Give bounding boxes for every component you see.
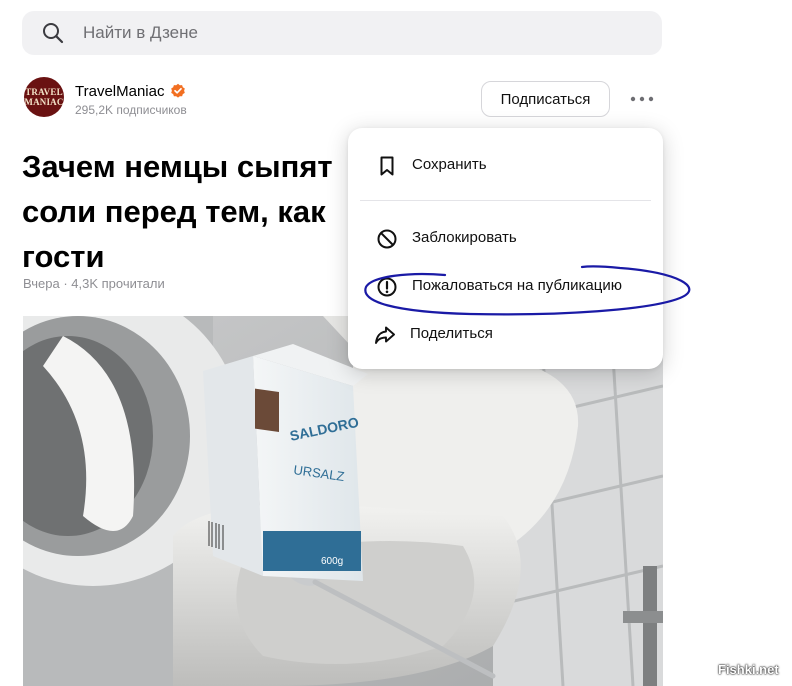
salt-weight: 600g [321, 556, 343, 567]
avatar-text-line-2: MANIAC [24, 97, 64, 107]
article-photo-illustration: SALDORO URSALZ 600g [23, 316, 663, 686]
menu-item-label: Поделиться [410, 325, 493, 342]
menu-item-save[interactable]: Сохранить [348, 146, 663, 186]
menu-item-report[interactable]: Пожаловаться на публикацию [348, 267, 663, 307]
avatar-text-line-1: TRAVEL [25, 87, 63, 97]
verified-icon [171, 83, 185, 98]
search-input[interactable]: Найти в Дзене [83, 23, 198, 43]
article-image: SALDORO URSALZ 600g [23, 316, 663, 686]
avatar[interactable]: TRAVEL MANIAC [24, 77, 64, 117]
menu-item-block[interactable]: Заблокировать [348, 219, 663, 259]
channel-name[interactable]: TravelManiac [75, 83, 164, 100]
search-icon [43, 23, 64, 44]
menu-item-label: Пожаловаться на публикацию [412, 277, 622, 294]
salt-box: SALDORO URSALZ 600g [203, 344, 368, 581]
menu-divider [360, 200, 651, 201]
bookmark-icon [380, 156, 394, 176]
menu-item-label: Сохранить [412, 156, 487, 173]
context-menu: Сохранить Заблокировать Пожаловаться на … [348, 128, 663, 369]
more-options-icon[interactable] [628, 91, 656, 107]
report-icon [377, 277, 397, 297]
block-icon [377, 229, 397, 249]
article-meta: Вчера · 4,3K прочитали [23, 276, 165, 291]
menu-item-label: Заблокировать [412, 229, 517, 246]
share-icon [375, 326, 395, 344]
menu-item-share[interactable]: Поделиться [348, 315, 663, 355]
watermark: Fishki.net [718, 662, 779, 677]
subscribe-button[interactable]: Подписаться [481, 81, 610, 117]
search-bar[interactable]: Найти в Дзене [22, 11, 662, 55]
subscriber-count: 295,2K подписчиков [75, 103, 187, 117]
